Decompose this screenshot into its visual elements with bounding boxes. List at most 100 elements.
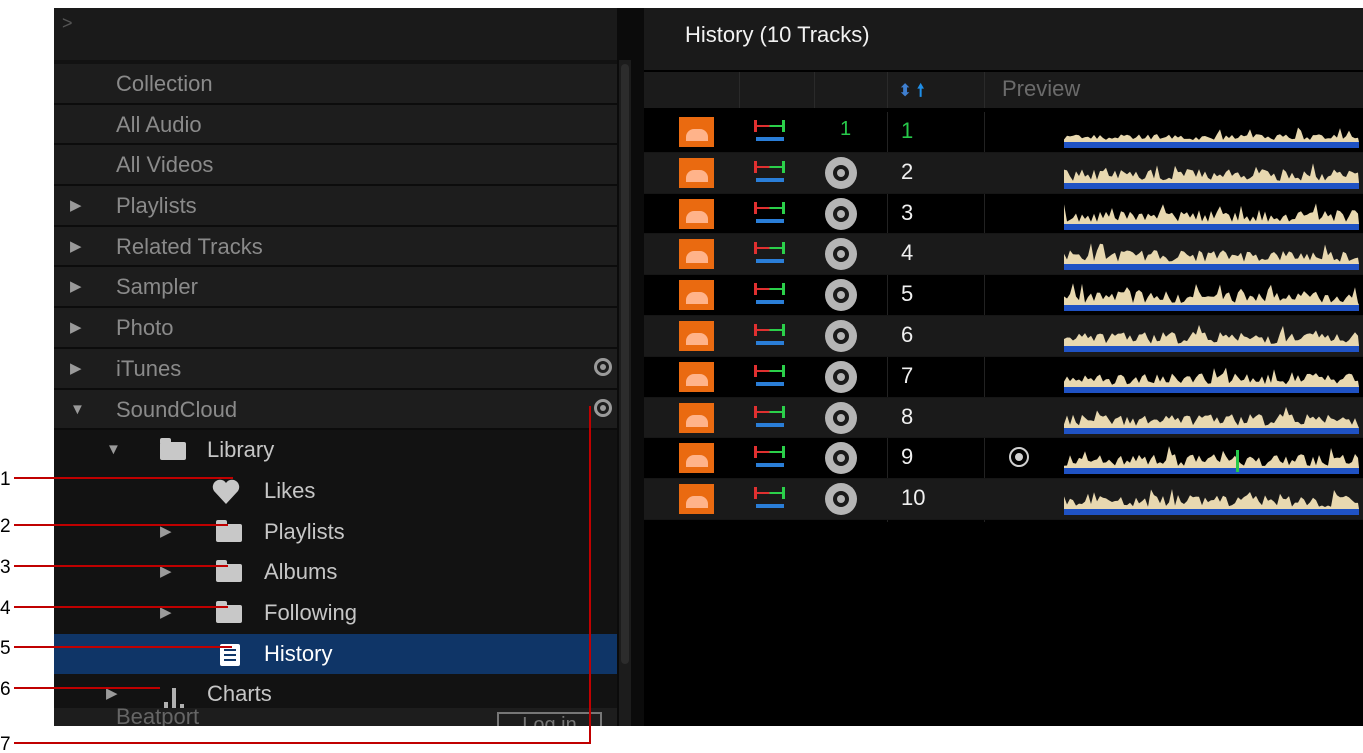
expand-arrow-icon[interactable]: ▶ <box>160 552 172 592</box>
tree-item-history[interactable]: History <box>54 633 617 675</box>
expand-arrow-icon[interactable]: ▶ <box>160 512 172 552</box>
tree-item-label: Photo <box>116 315 174 341</box>
waveform-preview[interactable] <box>1064 277 1359 313</box>
heart-icon <box>212 479 240 504</box>
tree-item-following[interactable]: ▶ Following <box>54 593 617 634</box>
callout-label-2: 2 <box>0 516 11 537</box>
column-header-row: ⬍ 🠕 Preview <box>644 72 1363 108</box>
waveform-preview[interactable] <box>1064 155 1359 191</box>
tree-item-all-videos[interactable]: All Videos <box>54 145 617 187</box>
folder-icon <box>160 438 186 461</box>
tree-item-label: Likes <box>264 477 316 503</box>
track-number: 9 <box>901 444 914 470</box>
track-row[interactable]: 7 <box>644 357 1363 398</box>
track-row[interactable]: 2 <box>644 152 1363 194</box>
tree-item-label: All Videos <box>116 152 214 178</box>
tree-item-label: Playlists <box>116 193 197 219</box>
tree-item-playlists[interactable]: ▶ Playlists <box>54 186 617 227</box>
soundcloud-icon <box>679 280 714 311</box>
key-loading-icon <box>825 319 857 352</box>
track-row[interactable]: 10 <box>644 479 1363 520</box>
tree-item-itunes[interactable]: ▶ iTunes <box>54 348 617 390</box>
soundcloud-icon <box>679 320 714 351</box>
track-number: 5 <box>901 281 914 307</box>
track-number: 2 <box>901 158 914 184</box>
expand-arrow-icon[interactable]: ▶ <box>70 267 82 307</box>
tree-item-albums[interactable]: ▶ Albums <box>54 552 617 593</box>
waveform-preview[interactable] <box>1064 400 1359 436</box>
panel-title-bar: History (10 Tracks) <box>644 8 1363 70</box>
tree-item-label: Albums <box>264 559 338 585</box>
track-row[interactable]: 11 <box>644 112 1363 153</box>
soundcloud-icon <box>679 117 714 147</box>
callout-label-4: 4 <box>0 598 11 619</box>
track-row[interactable]: 3 <box>644 194 1363 235</box>
waveform-preview[interactable] <box>1064 114 1359 150</box>
soundcloud-icon <box>679 239 714 270</box>
tree-item-label: Playlists <box>264 518 345 544</box>
folder-icon <box>216 560 242 583</box>
track-key: 1 <box>840 118 852 140</box>
bpm-icon <box>754 283 786 305</box>
bpm-icon <box>754 487 786 509</box>
waveform-preview[interactable] <box>1064 236 1359 272</box>
track-number: 8 <box>901 403 914 429</box>
key-loading-icon <box>825 238 857 271</box>
track-list-panel: History (10 Tracks) ⬍ 🠕 Preview 11 2 34 5 6 7… <box>644 8 1363 726</box>
bpm-icon <box>754 364 786 387</box>
track-row[interactable]: 9 <box>644 438 1363 480</box>
key-loading-icon <box>825 483 857 516</box>
track-row[interactable]: 5 <box>644 275 1363 316</box>
expand-arrow-icon[interactable]: ▶ <box>70 227 82 267</box>
key-loading-icon <box>825 360 857 393</box>
track-number: 7 <box>901 362 914 388</box>
collapse-arrow-icon[interactable]: ▼ <box>70 390 85 430</box>
connect-icon[interactable] <box>594 398 612 417</box>
waveform-preview[interactable] <box>1064 196 1359 232</box>
tree-item-label: Beatport <box>116 704 200 726</box>
browser-tree-panel: > Collection All Audio All Videos ▶ Play… <box>54 8 617 726</box>
soundcloud-icon <box>679 361 714 392</box>
expand-arrow-icon[interactable]: ▶ <box>160 593 172 633</box>
connect-icon[interactable] <box>594 357 612 376</box>
sort-order-icon[interactable]: ⬍ 🠕 <box>898 82 924 99</box>
tree-item-collection[interactable]: Collection <box>54 64 617 105</box>
login-button[interactable]: Log in <box>497 712 602 726</box>
expand-arrow-icon[interactable]: ▶ <box>70 349 82 389</box>
tree-item-label: Library <box>207 437 275 463</box>
waveform-preview[interactable] <box>1064 440 1359 476</box>
tree-item-label: Sampler <box>116 274 198 300</box>
tree-item-all-audio[interactable]: All Audio <box>54 104 617 146</box>
bpm-icon <box>754 160 786 183</box>
tree-item-sc-playlists[interactable]: ▶ Playlists <box>54 512 617 553</box>
collapse-arrow-icon[interactable]: ▼ <box>106 430 121 470</box>
tree-item-photo[interactable]: ▶ Photo <box>54 308 617 349</box>
track-row[interactable]: 6 <box>644 315 1363 357</box>
track-row[interactable]: 4 <box>644 234 1363 276</box>
chevron-right-icon[interactable]: > <box>62 14 73 32</box>
waveform-preview[interactable] <box>1064 481 1359 517</box>
waveform-preview[interactable] <box>1064 318 1359 354</box>
track-list: 1 1 2 3 4 5 6 7 8 9 10 <box>644 112 1363 520</box>
scrollbar-thumb[interactable] <box>621 64 629 664</box>
waveform-preview[interactable] <box>1064 359 1359 395</box>
soundcloud-icon <box>679 198 714 229</box>
tree-item-library[interactable]: ▼ Library <box>54 430 617 471</box>
tree-item-label: Collection <box>116 71 213 96</box>
tree-item-related-tracks[interactable]: ▶ Related Tracks <box>54 226 617 268</box>
folder-tree: Collection All Audio All Videos ▶ Playli… <box>54 64 617 715</box>
bpm-icon <box>754 242 786 264</box>
key-loading-icon <box>825 279 857 312</box>
preview-play-icon[interactable] <box>1009 447 1029 468</box>
expand-arrow-icon[interactable]: ▶ <box>70 308 82 348</box>
tree-item-sampler[interactable]: ▶ Sampler <box>54 267 617 309</box>
callout-label-7: 7 <box>0 734 11 753</box>
expand-arrow-icon[interactable]: ▶ <box>70 186 82 226</box>
tree-item-soundcloud[interactable]: ▼ SoundCloud <box>54 389 617 431</box>
track-row[interactable]: 8 <box>644 397 1363 439</box>
column-header-preview[interactable]: Preview <box>1002 76 1080 102</box>
tree-item-label: All Audio <box>116 111 202 137</box>
tree-item-likes[interactable]: Likes <box>54 471 617 512</box>
soundcloud-icon <box>679 402 714 433</box>
tree-item-label: Following <box>264 599 357 625</box>
